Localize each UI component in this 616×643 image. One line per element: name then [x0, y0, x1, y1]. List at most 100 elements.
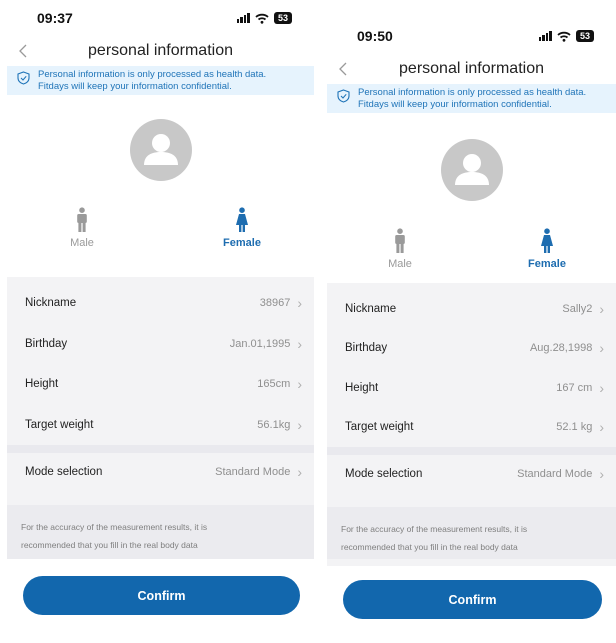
hint-line-1: For the accuracy of the measurement resu…	[341, 524, 528, 534]
gender-label-female: Female	[528, 258, 566, 270]
notice-line-2: Fitdays will keep your information confi…	[38, 80, 232, 92]
system-icons: 53	[538, 30, 594, 42]
battery-icon: 53	[575, 30, 594, 42]
field-row-target-weight[interactable]: Target weight 52.1 kg ›	[327, 407, 616, 447]
field-row-nickname[interactable]: Nickname 38967 ›	[7, 283, 314, 324]
gender-label-female: Female	[223, 237, 261, 249]
gender-option-female[interactable]: Female	[202, 207, 282, 249]
shield-check-icon	[17, 71, 30, 90]
phone-screen-left: 09:37 53 personal information Personal i…	[7, 0, 314, 643]
mode-value: Standard Mode	[215, 466, 291, 478]
field-label: Height	[25, 378, 59, 391]
field-label: Birthday	[25, 337, 68, 350]
info-list: Nickname Sally2 › Birthday Aug.28,1998 › H…	[327, 289, 616, 447]
field-value: 52.1 kg	[556, 421, 593, 434]
nav-bar: personal information	[7, 36, 314, 66]
mode-selection-row[interactable]: Mode selection Standard Mode ›	[327, 455, 616, 493]
avatar[interactable]	[440, 139, 503, 201]
hint-line-2: recommended that you fill in the real bo…	[341, 542, 518, 552]
status-time: 09:50	[357, 28, 393, 44]
chevron-right-icon: ›	[599, 300, 604, 317]
male-figure-icon	[395, 228, 405, 253]
chevron-right-icon: ›	[599, 419, 604, 436]
chevron-right-icon: ›	[599, 340, 604, 357]
hint-line-1: For the accuracy of the measurement resu…	[21, 522, 208, 532]
field-value: 56.1kg	[257, 418, 291, 431]
field-value: 38967	[259, 297, 291, 310]
profile-section: Male Female	[327, 113, 616, 283]
mode-label: Mode selection	[25, 466, 103, 478]
chevron-right-icon: ›	[297, 295, 302, 312]
confirm-button[interactable]: Confirm	[343, 580, 602, 619]
field-row-height[interactable]: Height 165cm ›	[7, 364, 314, 405]
accuracy-hint: For the accuracy of the measurement resu…	[327, 507, 616, 559]
mode-value: Standard Mode	[517, 468, 593, 480]
user-silhouette-icon	[454, 154, 489, 185]
page-title: personal information	[88, 42, 233, 59]
avatar[interactable]	[129, 119, 192, 181]
footer: Confirm	[7, 559, 314, 643]
field-row-nickname[interactable]: Nickname Sally2 ›	[327, 289, 616, 329]
chevron-left-icon[interactable]	[337, 61, 351, 77]
wifi-icon	[557, 31, 571, 42]
page-title: personal information	[399, 60, 544, 77]
gender-option-male[interactable]: Male	[360, 228, 440, 270]
notice-line-1: Personal information is only processed a…	[358, 87, 587, 98]
field-value: 167 cm	[556, 381, 593, 394]
field-row-target-weight[interactable]: Target weight 56.1kg ›	[7, 404, 314, 445]
battery-icon: 53	[273, 12, 292, 24]
gender-label-male: Male	[388, 258, 412, 270]
gender-option-male[interactable]: Male	[42, 207, 122, 249]
field-value: Aug.28,1998	[529, 342, 593, 355]
field-label: Target weight	[345, 421, 414, 434]
field-label: Nickname	[25, 297, 77, 310]
field-row-birthday[interactable]: Birthday Aug.28,1998 ›	[327, 328, 616, 368]
chevron-right-icon: ›	[297, 416, 302, 433]
user-silhouette-icon	[143, 134, 178, 165]
field-value: Sally2	[562, 302, 593, 315]
male-figure-icon	[77, 207, 87, 232]
field-value: Jan.01,1995	[229, 337, 291, 350]
field-label: Height	[345, 381, 379, 394]
notice-line-2: Fitdays will keep your information confi…	[358, 98, 552, 110]
chevron-right-icon: ›	[297, 376, 302, 393]
status-bar: 09:37 53	[7, 0, 314, 36]
chevron-right-icon: ›	[297, 464, 302, 480]
system-icons: 53	[236, 12, 292, 24]
wifi-icon	[255, 13, 269, 24]
chevron-right-icon: ›	[599, 379, 604, 396]
female-figure-icon	[541, 228, 553, 253]
field-row-height[interactable]: Height 167 cm ›	[327, 368, 616, 408]
gender-label-male: Male	[70, 237, 94, 249]
nav-bar: personal information	[327, 54, 616, 84]
field-value: 165cm	[257, 378, 291, 391]
confirm-button[interactable]: Confirm	[23, 576, 300, 615]
female-figure-icon	[236, 207, 248, 232]
gender-option-female[interactable]: Female	[507, 228, 587, 270]
signal-icon	[538, 31, 552, 41]
section-divider	[327, 447, 616, 455]
shield-check-icon	[337, 89, 350, 108]
chevron-left-icon[interactable]	[17, 43, 31, 59]
chevron-right-icon: ›	[297, 335, 302, 352]
accuracy-hint: For the accuracy of the measurement resu…	[7, 505, 314, 559]
info-list: Nickname 38967 › Birthday Jan.01,1995 › He…	[7, 283, 314, 445]
phone-screen-right: 09:50 53 personal information Personal i…	[327, 18, 616, 643]
privacy-notice: Personal information is only processed a…	[7, 66, 314, 95]
field-label: Birthday	[345, 342, 388, 355]
profile-section: Male Female	[7, 95, 314, 277]
field-row-birthday[interactable]: Birthday Jan.01,1995 ›	[7, 323, 314, 364]
footer: Confirm	[327, 566, 616, 643]
notice-line-1: Personal information is only processed a…	[38, 69, 267, 80]
field-label: Nickname	[345, 302, 397, 315]
signal-icon	[236, 13, 250, 23]
privacy-notice: Personal information is only processed a…	[327, 84, 616, 113]
field-label: Target weight	[25, 418, 94, 431]
section-divider	[7, 445, 314, 453]
status-time: 09:37	[37, 10, 73, 26]
mode-label: Mode selection	[345, 468, 423, 480]
status-bar: 09:50 53	[327, 18, 616, 54]
hint-line-2: recommended that you fill in the real bo…	[21, 540, 198, 550]
chevron-right-icon: ›	[599, 466, 604, 482]
mode-selection-row[interactable]: Mode selection Standard Mode ›	[7, 453, 314, 491]
